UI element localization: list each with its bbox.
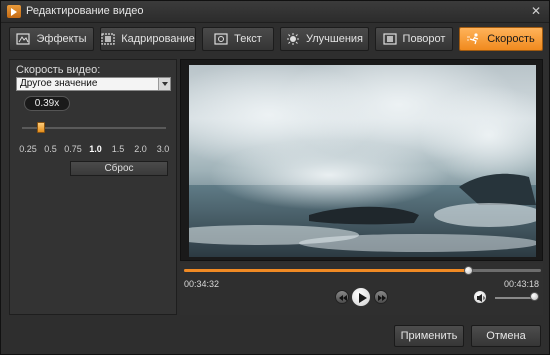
enhance-icon — [286, 33, 300, 45]
volume-button[interactable] — [473, 290, 487, 304]
speed-scale-tick: 0.5 — [44, 144, 57, 154]
play-button[interactable] — [351, 287, 371, 307]
speed-icon — [467, 33, 481, 45]
speed-settings-panel: Скорость видео: Другое значение 0.39x 0.… — [9, 59, 177, 315]
tab-crop[interactable]: Кадрирование — [100, 27, 196, 51]
title-bar: Редактирование видео ✕ — [1, 1, 549, 23]
tab-label: Эффекты — [36, 33, 87, 45]
rotate-icon — [382, 33, 397, 45]
rewind-button[interactable] — [335, 290, 349, 304]
cancel-button[interactable]: Отмена — [471, 325, 541, 347]
speed-scale-tick: 0.25 — [19, 144, 37, 154]
tab-label: Улучшения — [305, 33, 364, 45]
close-icon[interactable]: ✕ — [531, 4, 541, 18]
video-frame — [189, 65, 536, 257]
speed-scale-tick: 2.0 — [134, 144, 147, 154]
speed-slider-thumb[interactable] — [36, 122, 45, 133]
reset-button[interactable]: Сброс — [70, 161, 168, 176]
timeline-thumb[interactable] — [463, 266, 473, 275]
timeline-track[interactable] — [184, 269, 541, 272]
apply-button[interactable]: Применить — [394, 325, 464, 347]
app-icon — [7, 5, 21, 18]
speed-scale: 0.25 0.5 0.75 1.0 1.5 2.0 3.0 — [10, 144, 178, 156]
tab-label: Текст — [234, 33, 262, 45]
volume-thumb[interactable] — [530, 292, 539, 301]
tab-speed[interactable]: Скорость — [459, 27, 543, 51]
window-title: Редактирование видео — [26, 5, 144, 17]
tab-enhance[interactable]: Улучшения — [280, 27, 369, 51]
speed-preset-select[interactable]: Другое значение — [16, 77, 171, 91]
speed-preset-value: Другое значение — [20, 78, 98, 89]
speed-scale-tick: 1.5 — [111, 144, 125, 154]
player-controls: 00:34:32 00:43:18 — [180, 263, 543, 315]
text-icon — [214, 33, 228, 45]
speed-scale-tick: 3.0 — [156, 144, 170, 154]
tab-text[interactable]: Текст — [202, 27, 274, 51]
crop-icon — [101, 33, 115, 45]
tab-bar: Эффекты Кадрирование Текст Улучшения Пов… — [9, 27, 543, 53]
speed-scale-tick: 1.0 — [89, 144, 102, 154]
tab-label: Поворот — [402, 33, 446, 45]
effects-icon — [16, 33, 31, 45]
tab-effects[interactable]: Эффекты — [9, 27, 94, 51]
total-time: 00:43:18 — [503, 279, 539, 289]
speed-scale-tick: 0.75 — [64, 144, 82, 154]
current-time: 00:34:32 — [184, 279, 220, 289]
fast-forward-icon — [378, 295, 386, 301]
fast-forward-button[interactable] — [374, 290, 388, 304]
tab-label: Кадрирование — [121, 33, 195, 45]
rewind-icon — [339, 295, 347, 301]
timeline-progress — [184, 269, 469, 272]
chevron-down-icon[interactable] — [158, 78, 170, 90]
speed-label: Скорость видео: — [16, 64, 101, 76]
video-edit-window: Редактирование видео ✕ Эффекты Кадрирова… — [0, 0, 550, 355]
speaker-icon — [477, 294, 485, 302]
volume-track[interactable] — [495, 297, 535, 299]
video-preview-panel — [180, 59, 543, 261]
tab-label: Скорость — [487, 33, 535, 45]
speed-value-badge: 0.39x — [24, 96, 70, 111]
tab-rotate[interactable]: Поворот — [375, 27, 453, 51]
